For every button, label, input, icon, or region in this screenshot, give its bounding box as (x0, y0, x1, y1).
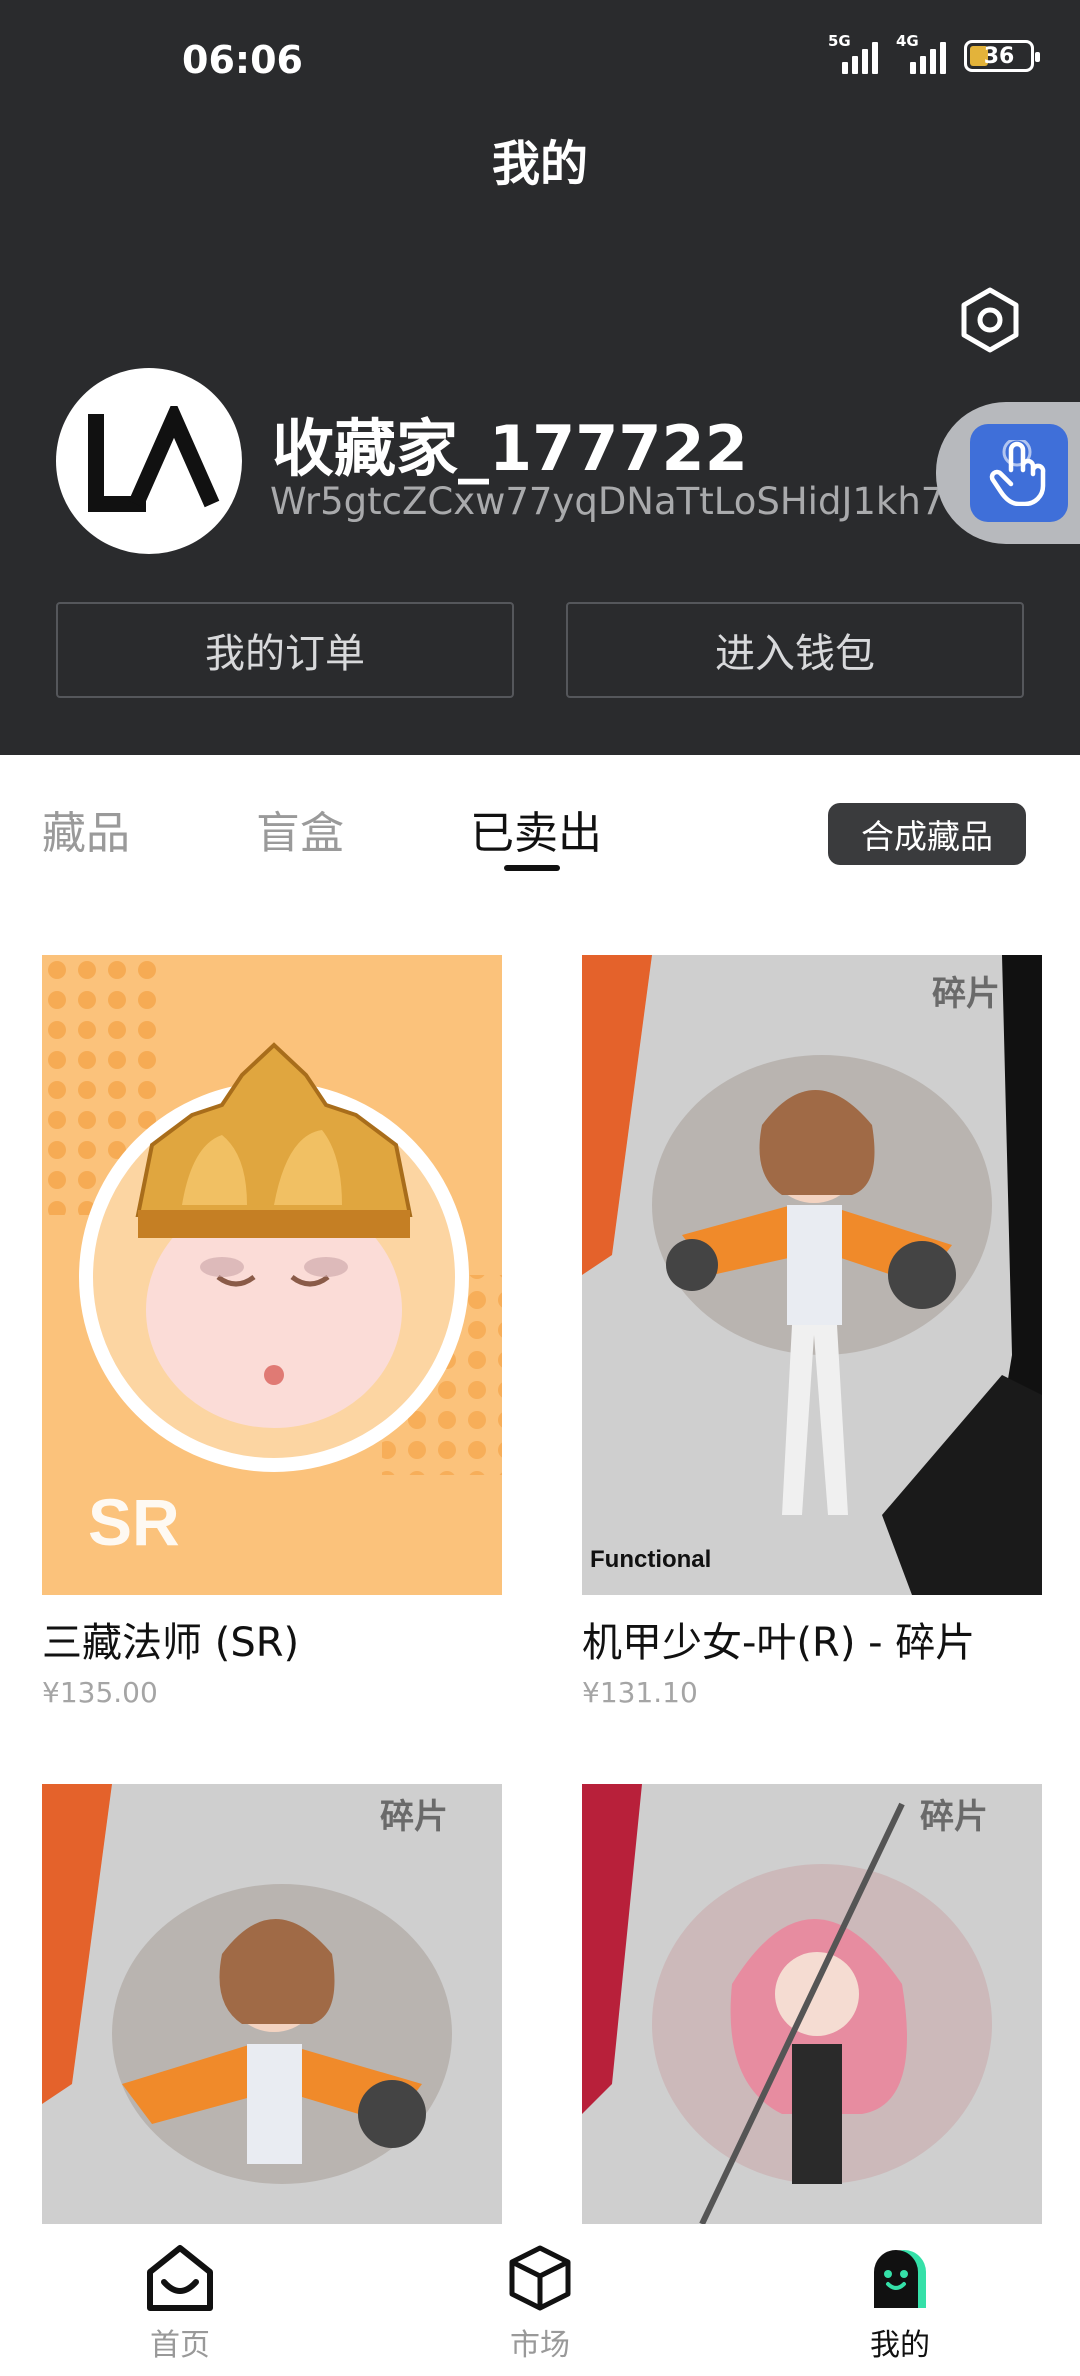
mecha-girl-illustration: 碎片 (42, 1784, 502, 2224)
ghost-icon (874, 2250, 926, 2308)
card-title: 机甲少女-叶(R) - 碎片 (582, 1620, 976, 1666)
status-icons: 5G 4G 36 (828, 32, 1040, 74)
enter-wallet-button[interactable]: 进入钱包 (566, 602, 1024, 698)
battery-icon: 36 (964, 40, 1040, 72)
profile-page: 06:06 5G 4G 36 我的 收藏家_177722 Wr5gtcZCxw7… (0, 0, 1080, 2376)
cube-icon (509, 2245, 571, 2311)
nav-home[interactable]: 首页 (100, 2242, 260, 2364)
card-image: 碎片 (582, 1784, 1042, 2224)
signal-5g-icon: 5G (828, 32, 878, 74)
nav-home-label: 首页 (150, 2328, 210, 2363)
card-caption: Functional (590, 1546, 711, 1573)
settings-button[interactable] (952, 282, 1028, 358)
home-icon (147, 2245, 213, 2311)
avatar-logo-icon (88, 406, 220, 512)
rarity-badge: SR (88, 1485, 180, 1559)
hand-pointer-icon (989, 440, 1046, 506)
card-price: ¥131.10 (582, 1676, 698, 1709)
fragment-badge: 碎片 (932, 974, 1000, 1014)
collectible-card[interactable]: 碎片 Functional (582, 955, 1042, 1595)
my-orders-button[interactable]: 我的订单 (56, 602, 514, 698)
collectible-card[interactable]: 碎片 (42, 1784, 502, 2224)
nav-market[interactable]: 市场 (460, 2242, 620, 2364)
bottom-nav: 首页 市场 我的 (0, 2224, 1080, 2376)
wallet-address[interactable]: Wr5gtcZCxw77yqDNaTtLoSHidJ1kh7Gy1 (270, 480, 982, 523)
nav-mine-label: 我的 (870, 2328, 930, 2363)
nav-mine[interactable]: 我的 (820, 2242, 980, 2364)
settings-hex-icon (961, 287, 1019, 353)
card-price: ¥135.00 (42, 1676, 158, 1709)
tab-collections[interactable]: 藏品 (42, 797, 130, 861)
page-title: 我的 (491, 136, 588, 192)
mecha-girl-illustration: 碎片 Functional (582, 955, 1042, 1595)
battery-level: 36 (983, 43, 1015, 69)
tab-blind-box[interactable]: 盲盒 (256, 797, 344, 861)
status-time: 06:06 (182, 38, 303, 82)
monk-illustration: SR (42, 955, 502, 1559)
fragment-badge: 碎片 (920, 1797, 988, 1837)
signal-4g-icon: 4G (896, 32, 946, 74)
card-image: 碎片 Functional (582, 955, 1042, 1595)
tab-bar: 藏品 盲盒 已卖出 合成藏品 (0, 755, 1080, 905)
nav-market-label: 市场 (510, 2328, 570, 2363)
floating-assist-button[interactable] (936, 402, 1080, 544)
profile-header: 06:06 5G 4G 36 我的 收藏家_177722 Wr5gtcZCxw7… (0, 0, 1080, 755)
collectible-card[interactable]: SR (42, 955, 502, 1595)
avatar[interactable] (56, 368, 242, 554)
synthesize-button[interactable]: 合成藏品 (828, 803, 1026, 865)
card-image: 碎片 (42, 1784, 502, 2224)
pink-haired-girl-illustration: 碎片 (582, 1784, 1042, 2224)
fragment-badge: 碎片 (380, 1797, 448, 1837)
card-title: 三藏法师 (SR) (42, 1620, 300, 1666)
username: 收藏家_177722 (272, 412, 748, 485)
card-image: SR (42, 955, 502, 1595)
tab-active-indicator (504, 865, 560, 871)
tab-sold[interactable]: 已卖出 (470, 797, 602, 861)
collectible-card[interactable]: 碎片 (582, 1784, 1042, 2224)
status-bar: 06:06 5G 4G 36 (0, 0, 1080, 120)
signal-4g-label: 4G (896, 32, 919, 50)
signal-5g-label: 5G (828, 32, 851, 50)
